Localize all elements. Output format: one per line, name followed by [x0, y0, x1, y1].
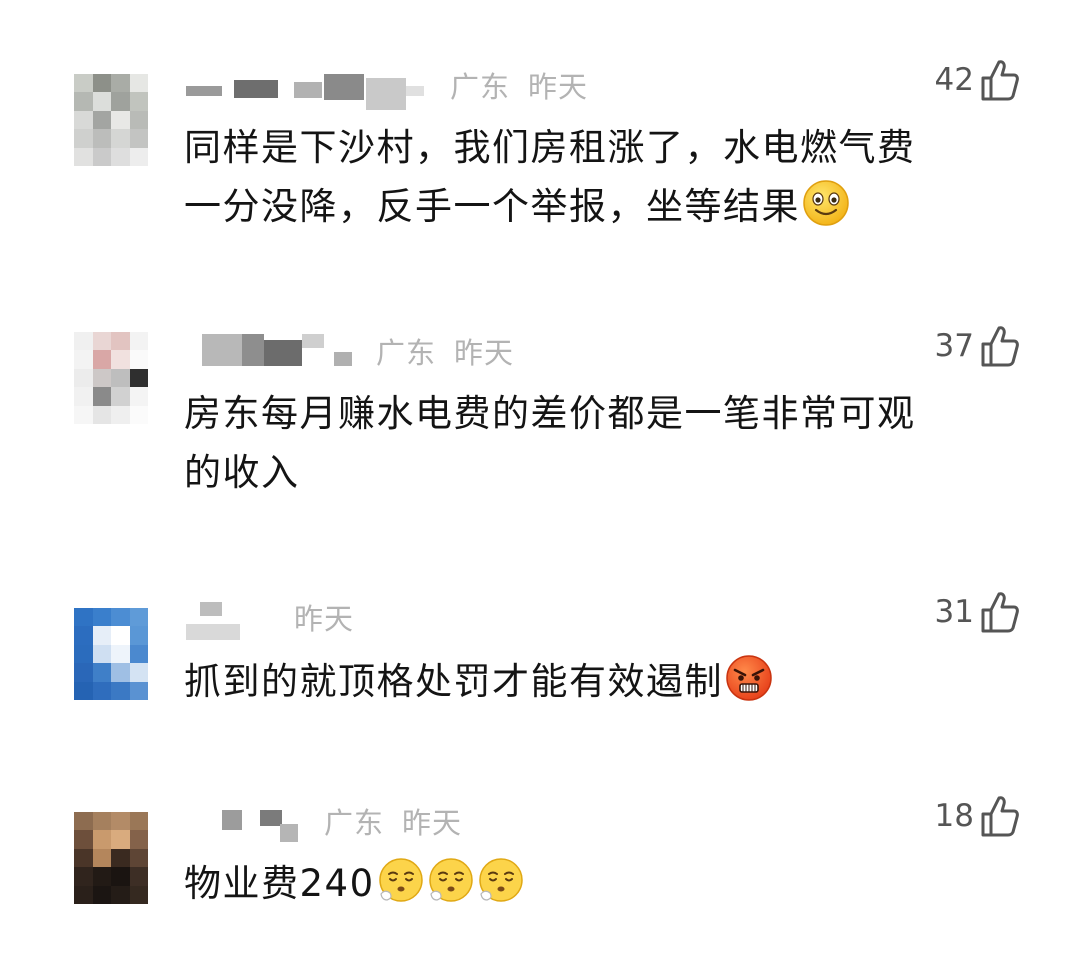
time-label: 昨天 [402, 806, 463, 840]
comment-text-line-content: 抓到的就顶格处罚才能有效遏制 [184, 660, 723, 703]
username-pixelated[interactable] [184, 596, 264, 640]
time-label: 昨天 [454, 336, 515, 370]
sigh-emoji-icon [427, 856, 475, 921]
thumbs-up-icon [980, 58, 1020, 102]
username-pixelated[interactable] [184, 800, 304, 842]
comment-text-line-content: 物业费240 [184, 862, 375, 905]
thumbs-up-icon [980, 324, 1020, 368]
comment-text-line-content: 一分没降，反手一个举报，坐等结果 [184, 185, 800, 228]
angry-emoji-icon [725, 654, 773, 719]
comment-text-line: 抓到的就顶格处罚才能有效遏制 [184, 652, 1004, 719]
comment-text: 房东每月赚水电费的差价都是一笔非常可观 的收入 [184, 384, 1004, 502]
location-label: 广东 [324, 806, 385, 840]
comment-meta: 广东 昨天 [324, 800, 462, 842]
comment-text-line: 同样是下沙村，我们房租涨了，水电燃气费 [184, 126, 916, 169]
username-pixelated[interactable] [184, 330, 364, 370]
like-count: 31 [934, 594, 974, 630]
comment-meta: 广东 昨天 [450, 64, 588, 106]
like-button[interactable]: 18 [935, 794, 1020, 838]
avatar[interactable] [74, 608, 148, 700]
comment-text-line: 房东每月赚水电费的差价都是一笔非常可观 [184, 392, 916, 435]
time-label: 昨天 [294, 602, 355, 636]
like-button[interactable]: 37 [935, 324, 1020, 368]
avatar[interactable] [74, 74, 148, 166]
sigh-emoji-icon [377, 856, 425, 921]
avatar[interactable] [74, 812, 148, 904]
like-count: 42 [934, 62, 974, 98]
comment-text: 抓到的就顶格处罚才能有效遏制 [184, 652, 1004, 719]
comment-text-line: 的收入 [184, 451, 300, 494]
smile-emoji-icon [802, 179, 850, 244]
location-label: 广东 [376, 336, 437, 370]
comment-meta: 广东 昨天 [376, 330, 514, 372]
like-count: 18 [934, 798, 974, 834]
avatar[interactable] [74, 332, 148, 424]
comment-meta: 昨天 [294, 596, 354, 638]
time-label: 昨天 [528, 70, 589, 104]
thumbs-up-icon [980, 590, 1020, 634]
like-button[interactable]: 42 [935, 58, 1020, 102]
thumbs-up-icon [980, 794, 1020, 838]
sigh-emoji-icon [477, 856, 525, 921]
like-count: 37 [934, 328, 974, 364]
like-button[interactable]: 31 [935, 590, 1020, 634]
location-label: 广东 [450, 70, 511, 104]
comment-text-line: 一分没降，反手一个举报，坐等结果 [184, 177, 1004, 244]
username-pixelated[interactable] [184, 64, 424, 110]
comment-text: 同样是下沙村，我们房租涨了，水电燃气费 一分没降，反手一个举报，坐等结果 [184, 118, 1004, 244]
comment-text: 物业费240 [184, 854, 1004, 921]
comment-text-line: 物业费240 [184, 854, 1004, 921]
